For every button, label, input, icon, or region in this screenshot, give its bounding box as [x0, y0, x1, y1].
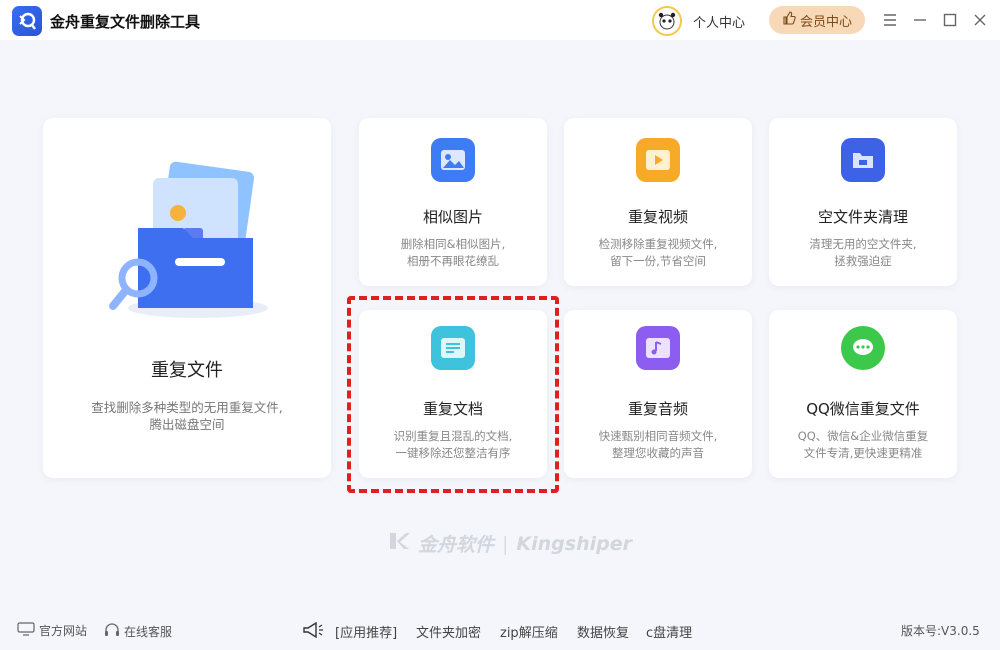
- brand-logo-icon: [388, 531, 410, 556]
- duplicate-video-card[interactable]: 重复视频 检测移除重复视频文件, 留下一份,节省空间: [564, 118, 752, 286]
- headset-icon: [104, 622, 120, 641]
- folder-encrypt-link[interactable]: 文件夹加密: [416, 622, 481, 641]
- online-service-link[interactable]: 在线客服: [104, 622, 172, 641]
- card-title: 重复文件: [151, 360, 223, 381]
- duplicate-audio-card[interactable]: 重复音频 快速甄别相同音频文件, 整理您收藏的声音: [564, 310, 752, 478]
- card-desc-line2: 相册不再眼花缭乱: [407, 254, 499, 268]
- app-title: 金舟重复文件删除工具: [50, 13, 201, 31]
- user-center-link[interactable]: 个人中心: [693, 12, 745, 31]
- folder-icon: [841, 138, 885, 182]
- card-title: 重复视频: [627, 208, 688, 226]
- card-desc-line1: 检测移除重复视频文件,: [598, 237, 718, 251]
- official-site-link[interactable]: 官方网站: [17, 622, 87, 639]
- official-site-label: 官方网站: [39, 624, 88, 638]
- music-icon: [636, 326, 680, 370]
- card-desc-line2: 整理您收藏的声音: [612, 446, 704, 460]
- image-icon: [431, 138, 475, 182]
- card-title: 空文件夹清理: [817, 208, 908, 226]
- card-desc-line1: QQ、微信&企业微信重复: [797, 429, 929, 443]
- card-desc-line1: 删除相同&相似图片,: [400, 237, 506, 251]
- zip-extract-link[interactable]: zip解压缩: [500, 622, 558, 641]
- duplicate-files-card[interactable]: 重复文件 查找删除多种类型的无用重复文件, 腾出磁盘空间: [43, 118, 331, 478]
- brand-divider: |: [502, 532, 509, 555]
- card-desc-line2: 文件专清,更快速更精准: [803, 446, 923, 460]
- card-desc-line2: 拯救强迫症: [834, 254, 892, 268]
- card-desc-line1: 快速甄别相同音频文件,: [598, 429, 718, 443]
- app-logo-icon: [12, 6, 42, 36]
- maximize-icon[interactable]: [940, 10, 960, 30]
- version-label: 版本号:V3.0.5: [901, 624, 980, 638]
- data-recovery-link[interactable]: 数据恢复: [577, 622, 629, 641]
- user-avatar-icon[interactable]: [652, 6, 682, 36]
- empty-folder-card[interactable]: 空文件夹清理 清理无用的空文件夹, 拯救强迫症: [769, 118, 957, 286]
- similar-images-card[interactable]: 相似图片 删除相同&相似图片, 相册不再眼花缭乱: [359, 118, 547, 286]
- folder-illustration-icon: [103, 158, 273, 328]
- card-title: 相似图片: [422, 208, 483, 226]
- card-desc-line2: 留下一份,节省空间: [610, 254, 706, 268]
- highlight-box: [347, 296, 559, 493]
- app-recommend-link[interactable]: [应用推荐]: [335, 622, 397, 641]
- title-bar: 金舟重复文件删除工具 个人中心 会员中心: [0, 0, 1000, 40]
- online-service-label: 在线客服: [124, 625, 173, 639]
- brand-watermark: 金舟软件 | Kingshiper: [388, 530, 632, 557]
- qq-wechat-card[interactable]: QQ微信重复文件 QQ、微信&企业微信重复 文件专清,更快速更精准: [769, 310, 957, 478]
- brand-cn: 金舟软件: [418, 534, 495, 556]
- minimize-icon[interactable]: [910, 10, 930, 30]
- vip-center-button[interactable]: 会员中心: [769, 6, 865, 34]
- wechat-icon: [841, 326, 885, 370]
- vip-center-label: 会员中心: [799, 14, 852, 30]
- card-desc-line2: 腾出磁盘空间: [149, 417, 225, 432]
- brand-en: Kingshiper: [516, 532, 632, 555]
- close-icon[interactable]: [970, 10, 990, 30]
- c-drive-clean-link[interactable]: c盘清理: [646, 622, 692, 641]
- card-title: 重复音频: [627, 400, 688, 418]
- menu-icon[interactable]: [880, 10, 900, 30]
- monitor-icon: [17, 622, 35, 639]
- video-icon: [636, 138, 680, 182]
- megaphone-icon: [302, 621, 324, 642]
- card-desc-line1: 查找删除多种类型的无用重复文件,: [91, 400, 283, 415]
- card-title: QQ微信重复文件: [806, 400, 920, 418]
- thumbs-up-icon: [782, 11, 796, 29]
- card-desc-line1: 清理无用的空文件夹,: [809, 237, 917, 251]
